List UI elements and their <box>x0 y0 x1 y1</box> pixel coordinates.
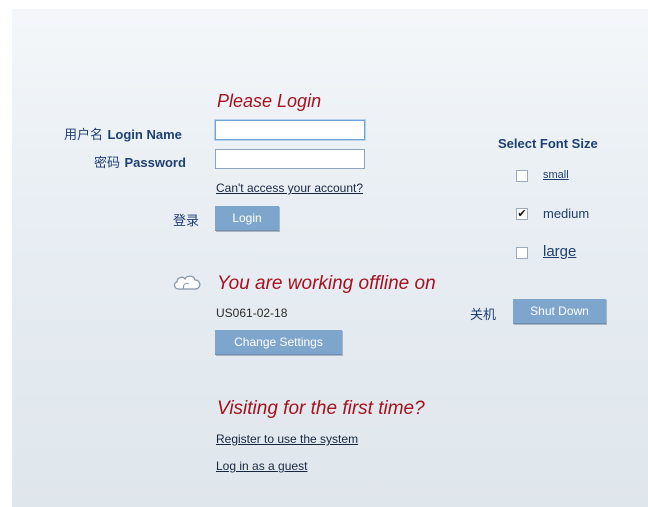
password-label: 密码 Password <box>94 152 186 172</box>
login-button[interactable]: Login <box>215 206 279 231</box>
font-size-heading: Select Font Size <box>498 136 598 151</box>
username-label-en: Login Name <box>107 127 182 142</box>
password-label-en: Password <box>124 155 186 170</box>
font-medium-checkbox[interactable]: ✔ <box>516 208 528 220</box>
offline-heading: You are working offline on <box>217 273 436 294</box>
font-small-checkbox[interactable] <box>516 170 528 182</box>
font-large-link[interactable]: large <box>543 243 576 260</box>
password-input[interactable] <box>215 149 365 169</box>
check-icon: ✔ <box>517 207 527 220</box>
first-time-heading: Visiting for the first time? <box>217 398 425 419</box>
shutdown-label-cn: 关机 <box>470 308 497 323</box>
login-label-cn: 登录 <box>173 214 200 229</box>
cloud-icon <box>172 272 202 297</box>
username-input[interactable] <box>215 120 365 140</box>
cant-access-link[interactable]: Can't access your account? <box>216 181 363 195</box>
change-settings-button[interactable]: Change Settings <box>215 330 342 355</box>
font-small-link[interactable]: small <box>543 169 569 181</box>
font-large-checkbox[interactable] <box>516 247 528 259</box>
font-medium-label[interactable]: medium <box>543 206 589 221</box>
password-label-cn: 密码 <box>94 156 121 171</box>
username-label: 用户名 Login Name <box>64 124 182 144</box>
device-id: US061-02-18 <box>216 306 288 320</box>
login-heading: Please Login <box>217 91 322 111</box>
shut-down-button[interactable]: Shut Down <box>513 299 606 324</box>
username-label-cn: 用户名 <box>64 128 104 143</box>
register-link[interactable]: Register to use the system <box>216 432 358 446</box>
guest-login-link[interactable]: Log in as a guest <box>216 459 307 473</box>
